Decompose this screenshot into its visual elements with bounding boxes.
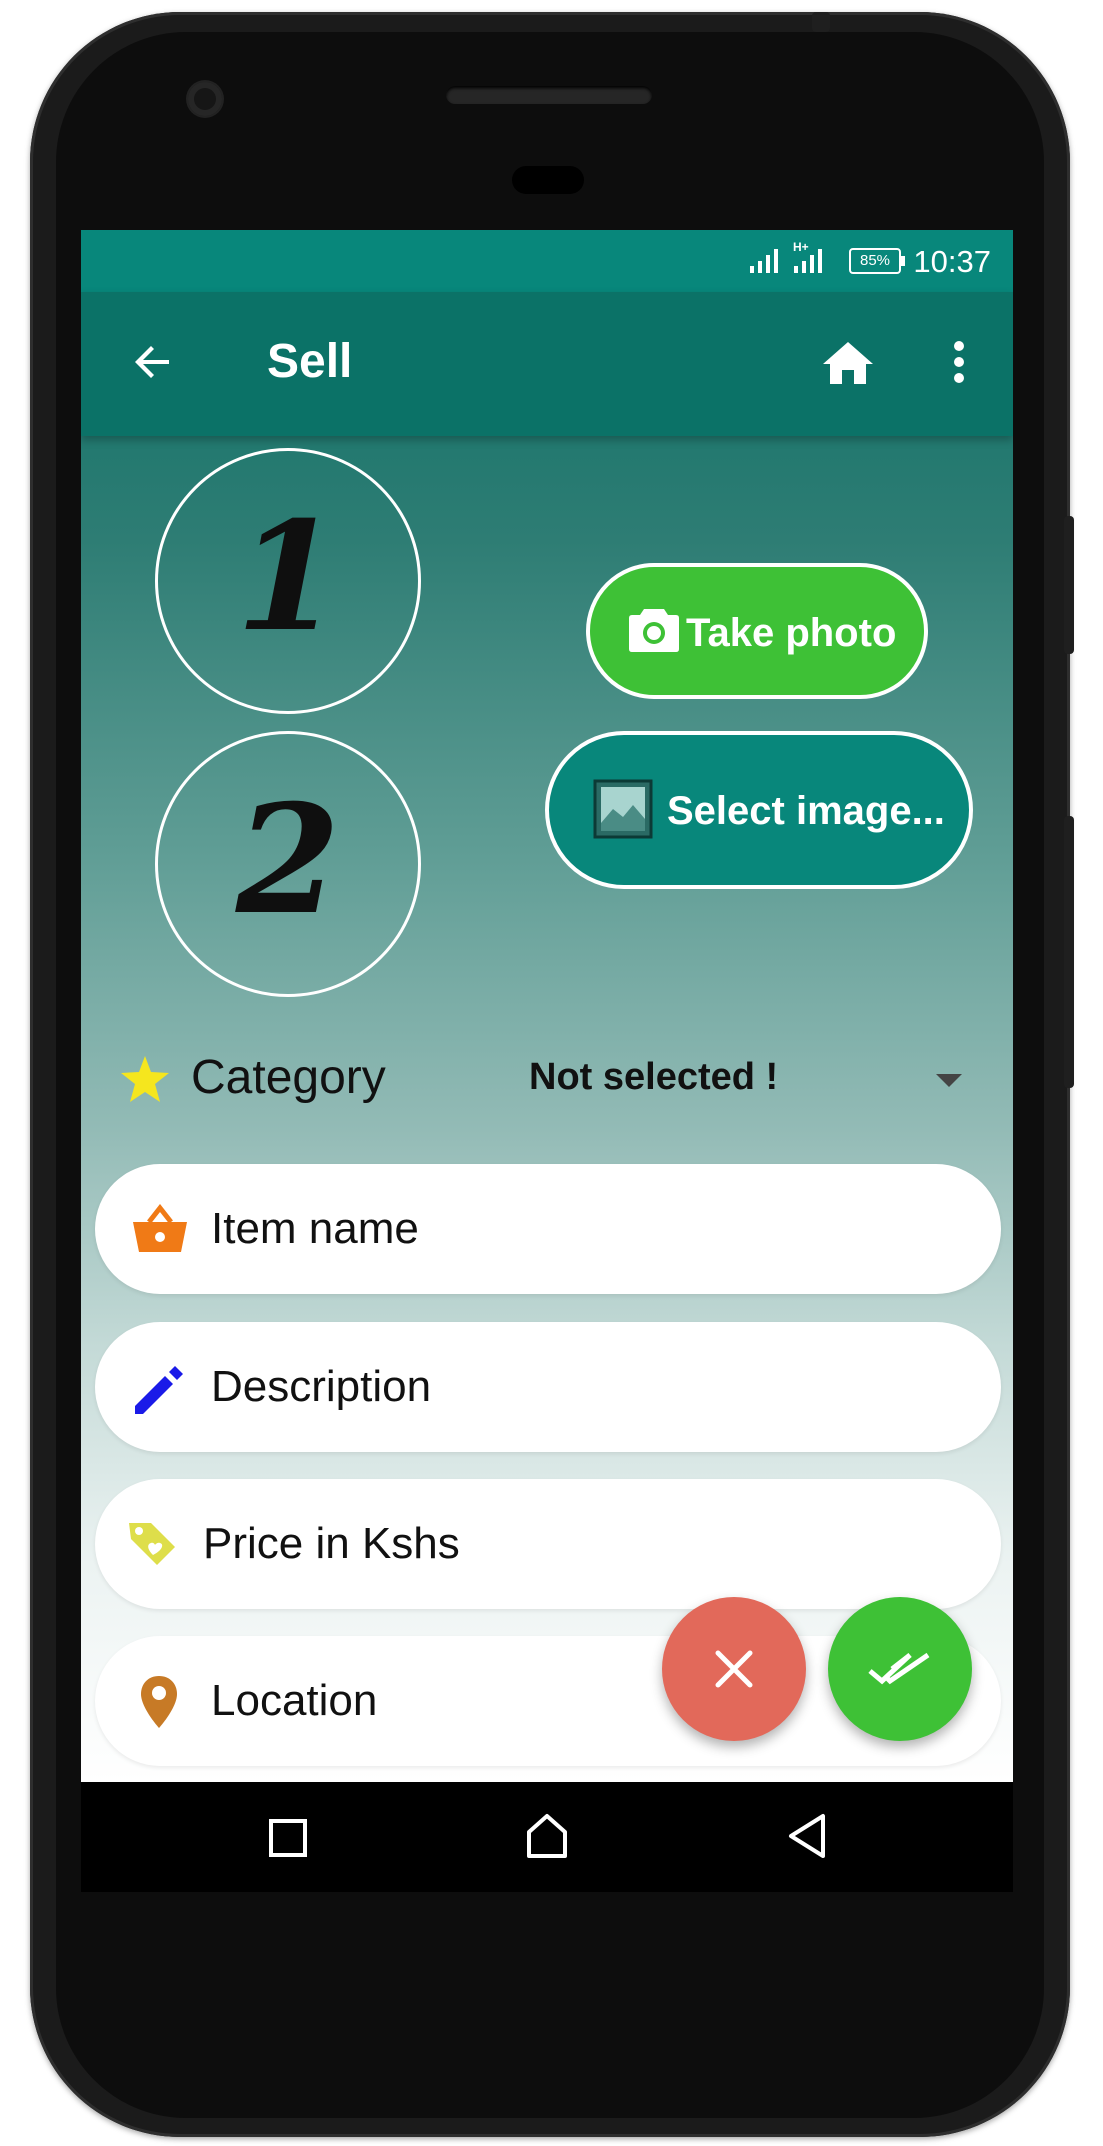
- page-title: Sell: [267, 335, 353, 388]
- signal-icon: [750, 249, 778, 273]
- proximity-sensor: [512, 166, 584, 194]
- description-placeholder: Description: [211, 1362, 432, 1411]
- home-nav-icon[interactable]: [525, 1812, 569, 1860]
- location-pin-icon: [141, 1676, 177, 1728]
- photo-slot-1[interactable]: 1: [155, 448, 421, 714]
- triangle-back-icon[interactable]: [785, 1812, 829, 1860]
- select-image-label: Select image...: [667, 789, 945, 833]
- basket-icon: [133, 1204, 187, 1252]
- square-nav-icon[interactable]: [268, 1818, 308, 1858]
- take-photo-button[interactable]: Take photo: [586, 563, 928, 699]
- screen: H+ 85% 10:37 Sell 1 2 Take photo Select …: [81, 230, 1013, 1782]
- home-icon[interactable]: [821, 338, 875, 388]
- photo-slot-label: 1: [235, 489, 341, 665]
- top-button: [812, 12, 830, 32]
- description-field[interactable]: Description: [95, 1322, 1001, 1452]
- price-field[interactable]: Price in Kshs: [95, 1479, 1001, 1609]
- earpiece-speaker: [446, 86, 652, 104]
- cancel-button[interactable]: [662, 1597, 806, 1741]
- close-icon: [715, 1650, 753, 1688]
- arrow-left-icon[interactable]: [129, 338, 177, 386]
- confirm-button[interactable]: [828, 1597, 972, 1741]
- done-all-icon: [868, 1652, 930, 1685]
- location-placeholder: Location: [211, 1676, 378, 1725]
- toolbar: Sell: [81, 292, 1013, 436]
- item-name-placeholder: Item name: [211, 1204, 419, 1253]
- photo-slot-2[interactable]: 2: [155, 731, 421, 997]
- pencil-icon: [135, 1366, 183, 1414]
- category-label: Category: [191, 1051, 386, 1104]
- take-photo-label: Take photo: [686, 611, 897, 655]
- status-bar: H+ 85% 10:37: [81, 230, 1013, 292]
- status-time: 10:37: [913, 244, 991, 279]
- navigation-bar: [81, 1782, 1013, 1892]
- price-tag-icon: [129, 1523, 175, 1565]
- camera-icon: [629, 609, 679, 652]
- battery-indicator: 85%: [849, 248, 905, 274]
- star-icon: [121, 1056, 169, 1102]
- side-button-lower: [1064, 816, 1074, 1088]
- front-camera: [188, 82, 222, 116]
- chevron-down-icon[interactable]: [936, 1074, 962, 1087]
- item-name-field[interactable]: Item name: [95, 1164, 1001, 1294]
- category-select[interactable]: Not selected !: [529, 1056, 778, 1099]
- price-placeholder: Price in Kshs: [203, 1519, 460, 1568]
- signal-icon-2: [794, 249, 822, 273]
- select-image-button[interactable]: Select image...: [545, 731, 973, 889]
- more-vert-icon[interactable]: [949, 338, 969, 386]
- photo-slot-label: 2: [235, 772, 341, 948]
- side-button-upper: [1064, 516, 1074, 654]
- image-icon: [593, 779, 653, 839]
